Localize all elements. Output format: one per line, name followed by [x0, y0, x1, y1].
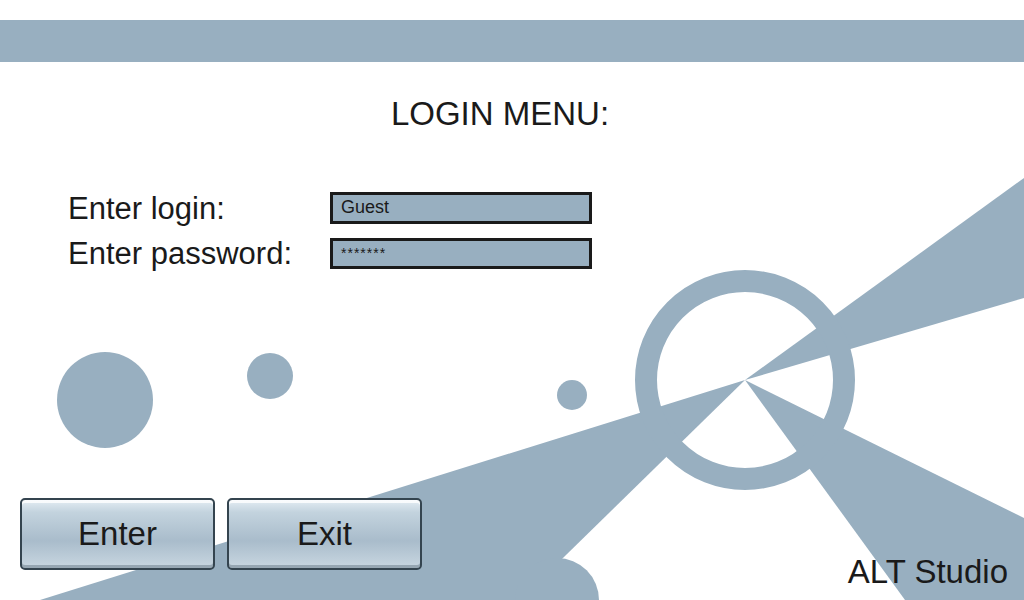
action-button[interactable]: Exit: [227, 498, 422, 570]
top-bar: [0, 20, 1024, 62]
button-row: EnterExit: [20, 498, 422, 570]
password-field[interactable]: *******: [330, 238, 592, 269]
action-button[interactable]: Enter: [20, 498, 215, 570]
login-form: Enter login:GuestEnter password:*******: [0, 190, 1024, 272]
field-label: Enter password:: [68, 235, 330, 272]
brand-label: ALT Studio: [848, 552, 1008, 592]
footer: EnterExit ALT Studio: [0, 498, 1024, 600]
field-label: Enter login:: [68, 190, 330, 227]
login-screen: LOGIN MENU: Enter login:GuestEnter passwo…: [0, 0, 1024, 600]
title: LOGIN MENU:: [0, 94, 1024, 134]
login-field[interactable]: Guest: [330, 192, 592, 224]
